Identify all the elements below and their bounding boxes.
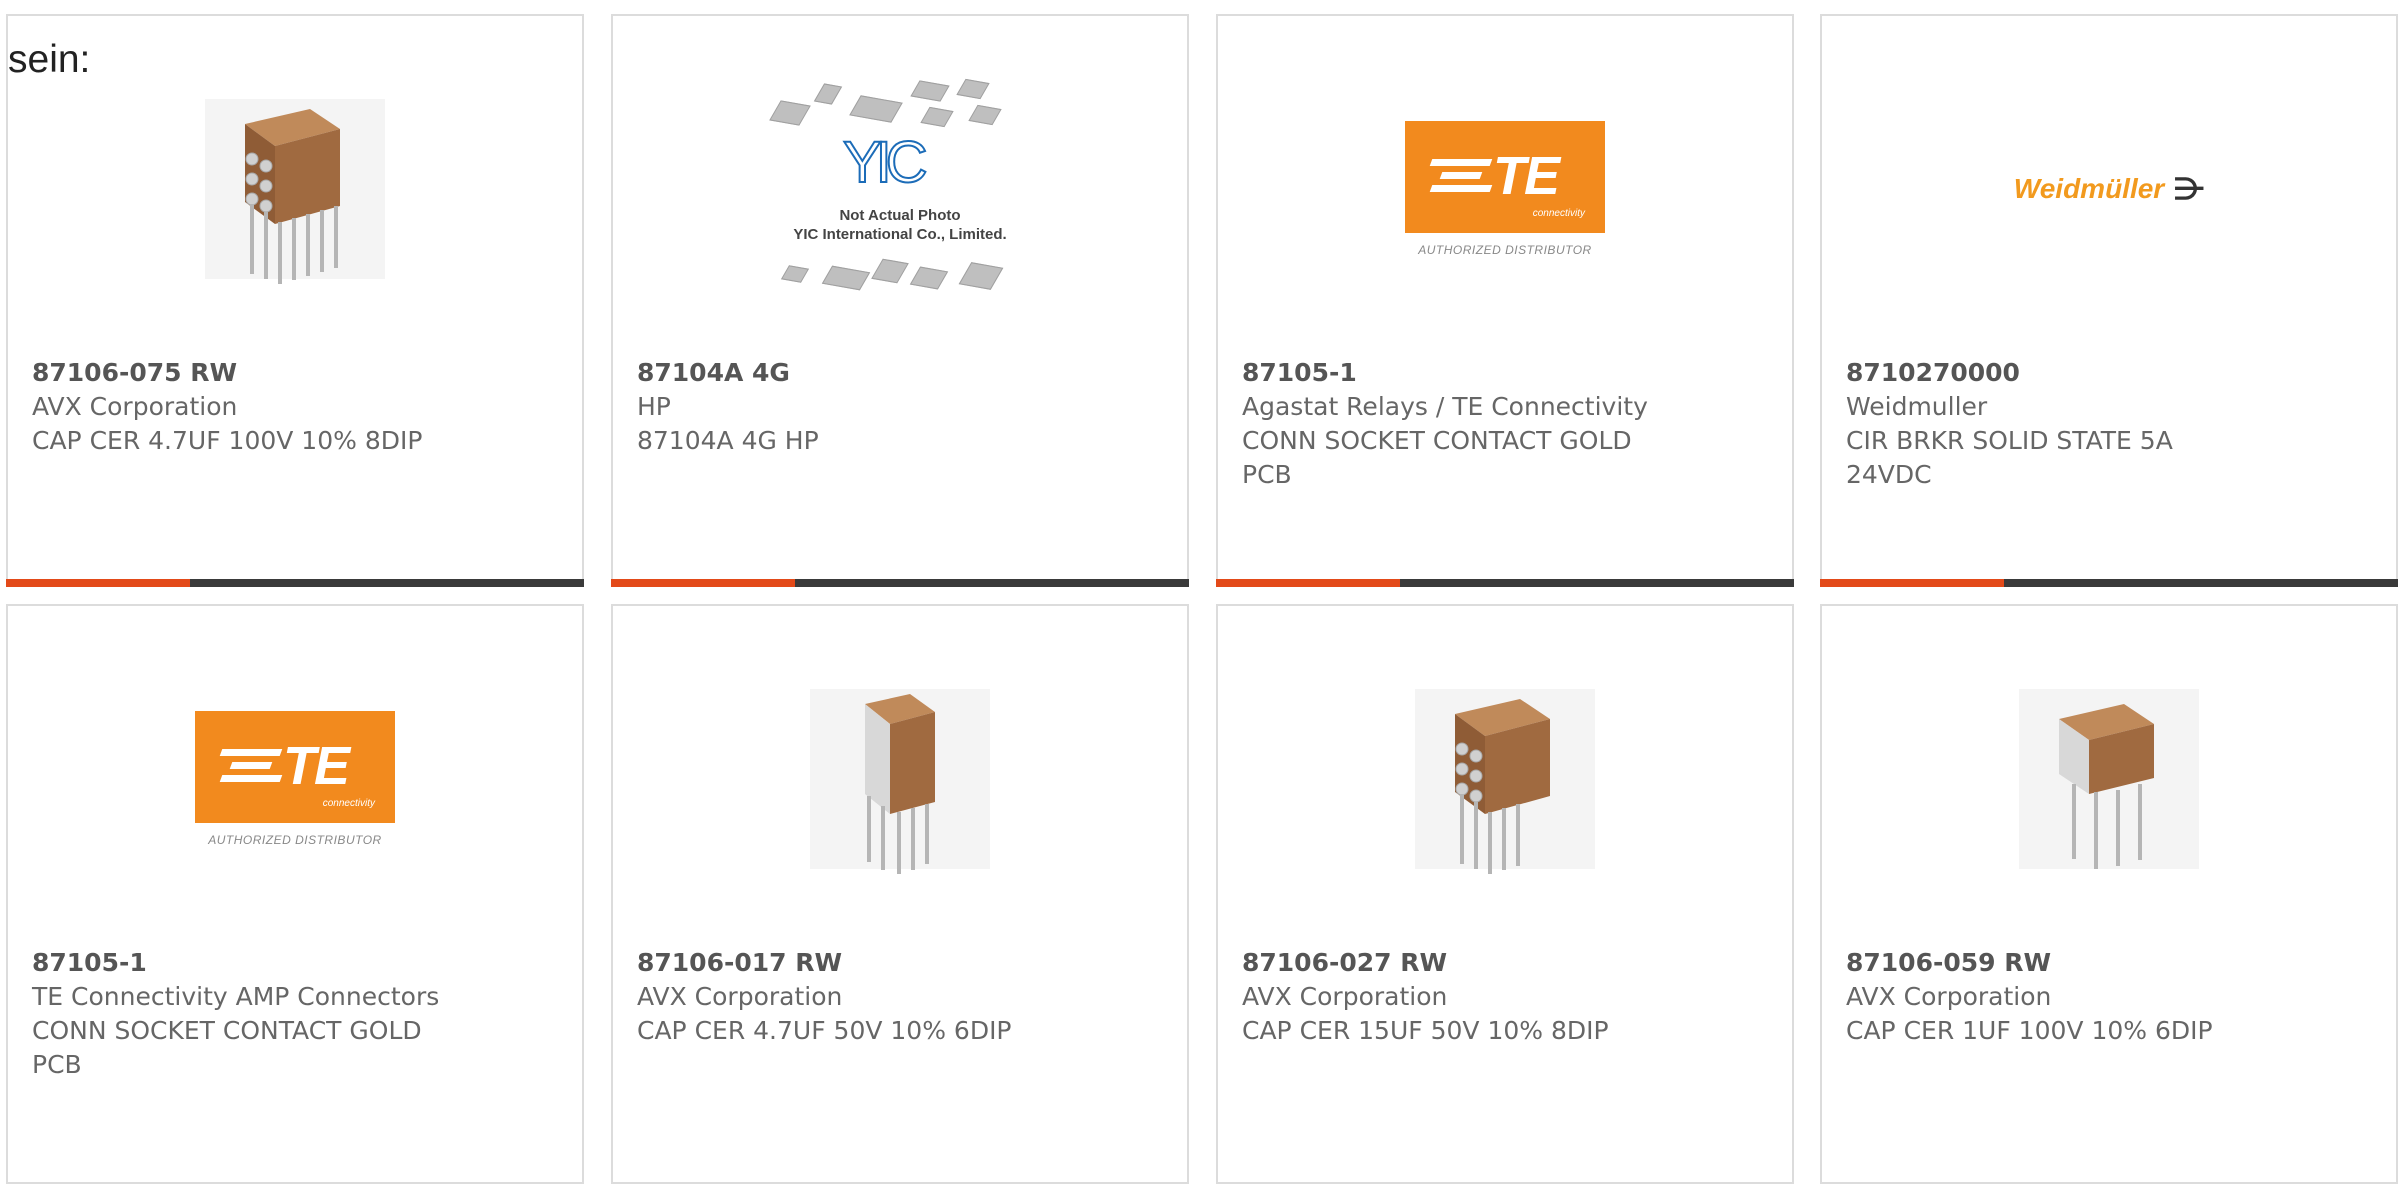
- manufacturer-name: Agastat Relays / TE Connectivity: [1242, 392, 1648, 421]
- product-card[interactable]: 87106-059 RW AVX Corporation CAP CER 1UF…: [1820, 604, 2398, 1184]
- manufacturer-name: AVX Corporation: [1242, 982, 1448, 1011]
- manufacturer-name: HP: [637, 392, 671, 421]
- part-number-link[interactable]: 8710270000: [1846, 356, 2326, 390]
- te-connectivity-logo: TE connectivity AUTHORIZED DISTRIBUTOR: [1405, 121, 1605, 257]
- card-footer-bar: [1820, 579, 2398, 587]
- product-image: [613, 664, 1187, 894]
- te-connectivity-logo: TE connectivity AUTHORIZED DISTRIBUTOR: [195, 711, 395, 847]
- product-description: CAP CER 4.7UF 100V 10% 8DIP: [32, 426, 423, 455]
- not-actual-photo-image: YIC Not Actual Photo YIC International C…: [765, 69, 1035, 309]
- product-description: CAP CER 15UF 50V 10% 8DIP: [1242, 1016, 1609, 1045]
- part-number-link[interactable]: 87106-027 RW: [1242, 946, 1722, 980]
- manufacturer-name: AVX Corporation: [32, 392, 238, 421]
- product-description: CAP CER 4.7UF 50V 10% 6DIP: [637, 1016, 1012, 1045]
- part-number-link[interactable]: 87106-075 RW: [32, 356, 512, 390]
- manufacturer-name: TE Connectivity AMP Connectors: [32, 982, 440, 1011]
- product-card[interactable]: Weidmüller ⋺ 8710270000 Weidmuller CIR B…: [1820, 14, 2398, 587]
- product-image: TE connectivity AUTHORIZED DISTRIBUTOR: [8, 664, 582, 894]
- product-grid: 87106-075 RW AVX Corporation CAP CER 4.7…: [0, 0, 2400, 1184]
- product-description: CAP CER 1UF 100V 10% 6DIP: [1846, 1016, 2213, 1045]
- product-description: 87104A 4G HP: [637, 426, 819, 455]
- part-number-link[interactable]: 87105-1: [32, 946, 512, 980]
- product-image: TE connectivity AUTHORIZED DISTRIBUTOR: [1218, 74, 1792, 304]
- product-card[interactable]: TE connectivity AUTHORIZED DISTRIBUTOR 8…: [6, 604, 584, 1184]
- card-footer-bar: [6, 579, 584, 587]
- product-image: [1822, 664, 2396, 894]
- product-image: Weidmüller ⋺: [1822, 74, 2396, 304]
- card-footer-bar: [1216, 579, 1794, 587]
- weidmuller-logo: Weidmüller ⋺: [2013, 172, 2205, 206]
- card-accent-bar: [611, 579, 795, 587]
- product-card[interactable]: 87106-027 RW AVX Corporation CAP CER 15U…: [1216, 604, 1794, 1184]
- part-number-link[interactable]: 87106-059 RW: [1846, 946, 2326, 980]
- part-number-link[interactable]: 87105-1: [1242, 356, 1722, 390]
- product-image: YIC Not Actual Photo YIC International C…: [613, 74, 1187, 304]
- card-accent-bar: [6, 579, 190, 587]
- image-caption: Not Actual Photo: [839, 207, 961, 224]
- capacitor-photo-icon: [1415, 689, 1595, 874]
- card-accent-bar: [1820, 579, 2004, 587]
- product-card[interactable]: 87106-017 RW AVX Corporation CAP CER 4.7…: [611, 604, 1189, 1184]
- product-description: CIR BRKR SOLID STATE 5A 24VDC: [1846, 426, 2173, 489]
- capacitor-photo-icon: [810, 689, 990, 874]
- product-description: CONN SOCKET CONTACT GOLD PCB: [32, 1016, 422, 1079]
- card-accent-bar: [1216, 579, 1400, 587]
- capacitor-photo-icon: [205, 99, 385, 284]
- yic-logo: YIC: [842, 129, 929, 196]
- manufacturer-name: AVX Corporation: [637, 982, 843, 1011]
- product-card[interactable]: TE connectivity AUTHORIZED DISTRIBUTOR 8…: [1216, 14, 1794, 587]
- product-image: [1218, 664, 1792, 894]
- product-description: CONN SOCKET CONTACT GOLD PCB: [1242, 426, 1632, 489]
- card-footer-bar: [611, 579, 1189, 587]
- manufacturer-name: Weidmuller: [1846, 392, 1988, 421]
- product-card[interactable]: YIC Not Actual Photo YIC International C…: [611, 14, 1189, 587]
- part-number-link[interactable]: 87104A 4G: [637, 356, 1117, 390]
- manufacturer-name: AVX Corporation: [1846, 982, 2052, 1011]
- image-caption-company: YIC International Co., Limited.: [793, 226, 1007, 243]
- part-number-link[interactable]: 87106-017 RW: [637, 946, 1117, 980]
- intro-text: sein:: [8, 38, 91, 81]
- product-card[interactable]: 87106-075 RW AVX Corporation CAP CER 4.7…: [6, 14, 584, 587]
- capacitor-photo-icon: [2019, 689, 2199, 869]
- weidmuller-symbol-icon: ⋺: [2174, 172, 2205, 206]
- product-image: [8, 74, 582, 304]
